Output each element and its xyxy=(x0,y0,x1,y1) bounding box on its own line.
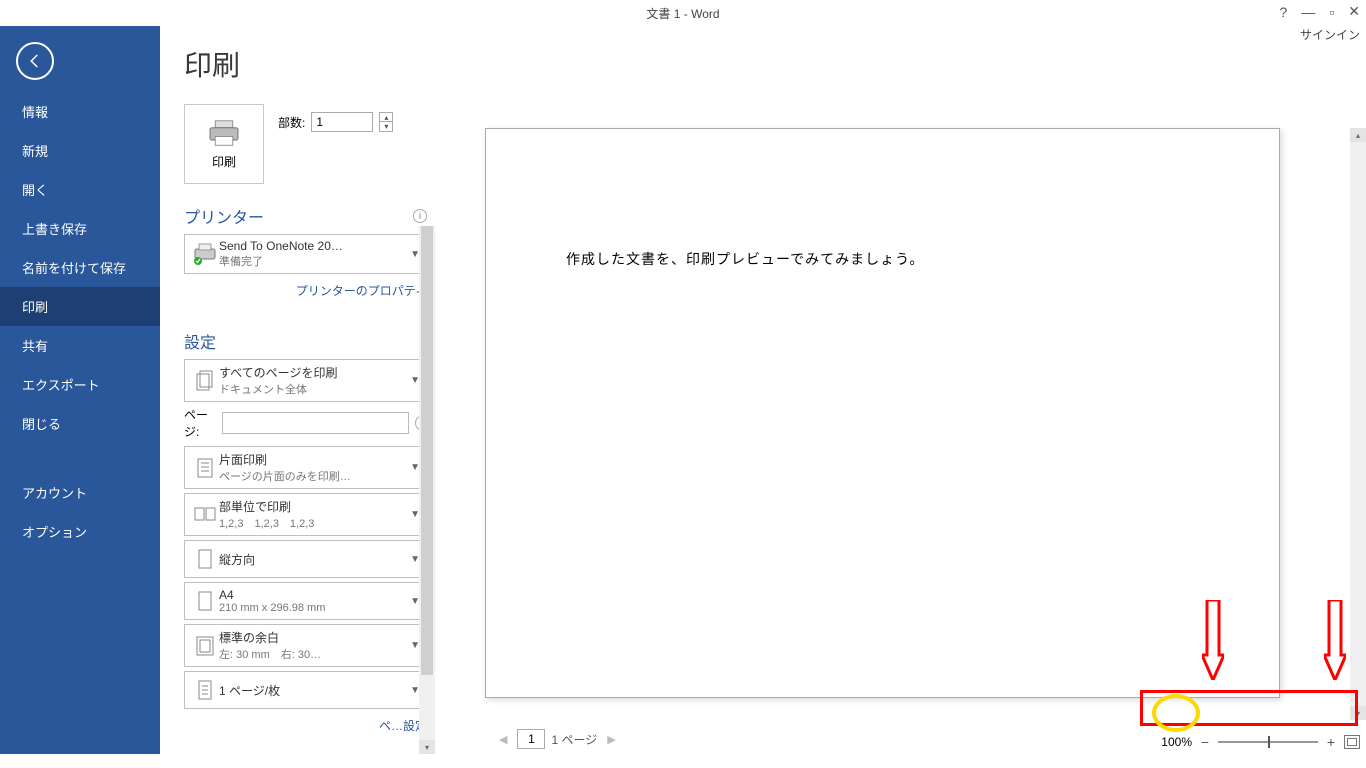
page-setup-link[interactable]: ペ…設定 xyxy=(184,713,427,734)
prev-page-button[interactable]: ◀ xyxy=(495,733,511,746)
margins-select[interactable]: 標準の余白左: 30 mm 右: 30… ▼ xyxy=(184,624,427,667)
pages-input[interactable] xyxy=(222,412,409,434)
page-total-label: 1 ページ xyxy=(551,731,597,748)
print-settings-panel: 印刷 印刷 部数: ▴▾ プリンター i xyxy=(160,26,435,754)
collate-select[interactable]: 部単位で印刷1,2,3 1,2,3 1,2,3 ▼ xyxy=(184,493,427,536)
next-page-button[interactable]: ▶ xyxy=(603,733,619,746)
pages-per-sheet-select[interactable]: 1 ページ/枚 ▼ xyxy=(184,671,427,709)
printer-device-icon xyxy=(192,243,218,265)
zoom-percent[interactable]: 100% xyxy=(1161,735,1192,749)
chevron-down-icon: ▼ xyxy=(406,685,420,696)
nav-new[interactable]: 新規 xyxy=(0,131,160,170)
chevron-down-icon: ▼ xyxy=(406,249,420,260)
chevron-down-icon: ▼ xyxy=(406,640,420,651)
print-button[interactable]: 印刷 xyxy=(184,104,264,184)
settings-section-title: 設定 xyxy=(184,329,216,353)
chevron-down-icon: ▼ xyxy=(406,596,420,607)
printer-info-icon[interactable]: i xyxy=(413,209,427,223)
print-button-label: 印刷 xyxy=(212,153,236,170)
nav-save[interactable]: 上書き保存 xyxy=(0,209,160,248)
nav-info[interactable]: 情報 xyxy=(0,92,160,131)
nav-account[interactable]: アカウント xyxy=(0,473,160,512)
print-range-select[interactable]: すべてのページを印刷ドキュメント全体 ▼ xyxy=(184,359,427,402)
chevron-down-icon: ▼ xyxy=(406,554,420,565)
chevron-down-icon: ▼ xyxy=(406,375,420,386)
printer-select[interactable]: Send To OneNote 20… 準備完了 ▼ xyxy=(184,234,427,274)
zoom-to-page-button[interactable] xyxy=(1344,735,1360,749)
printer-status: 準備完了 xyxy=(219,253,406,269)
annotation-arrow-2 xyxy=(1324,600,1346,680)
document-body-text: 作成した文書を、印刷プレビューでみてみましょう。 xyxy=(566,249,1199,269)
portrait-icon xyxy=(198,549,212,569)
close-icon[interactable]: ✕ xyxy=(1348,3,1360,20)
annotation-arrow-1 xyxy=(1202,600,1224,680)
page-title: 印刷 xyxy=(184,44,427,84)
back-button[interactable] xyxy=(16,42,54,80)
copies-label: 部数: xyxy=(278,114,305,131)
paper-icon xyxy=(198,591,212,611)
nav-close[interactable]: 閉じる xyxy=(0,404,160,443)
printer-name: Send To OneNote 20… xyxy=(219,239,406,253)
copies-input[interactable] xyxy=(311,112,373,132)
paper-size-select[interactable]: A4210 mm x 296.98 mm ▼ xyxy=(184,582,427,620)
preview-scrollbar[interactable]: ▴ ▾ xyxy=(1350,128,1366,720)
chevron-down-icon: ▼ xyxy=(406,462,420,473)
restore-icon[interactable]: ▫ xyxy=(1329,4,1334,20)
zoom-slider[interactable] xyxy=(1218,741,1318,743)
title-bar: 文書 1 - Word ? — ▫ ✕ xyxy=(0,0,1366,26)
margins-icon xyxy=(196,636,214,656)
nav-share[interactable]: 共有 xyxy=(0,326,160,365)
zoom-out-button[interactable]: − xyxy=(1198,734,1212,750)
printer-section-title: プリンター xyxy=(184,204,264,228)
single-page-icon xyxy=(197,458,213,478)
nav-open[interactable]: 開く xyxy=(0,170,160,209)
zoom-controls: 100% − + xyxy=(1161,734,1360,750)
pages-stack-icon xyxy=(196,370,214,392)
page-number-input[interactable] xyxy=(517,729,545,749)
help-icon[interactable]: ? xyxy=(1280,4,1288,20)
page-preview: 作成した文書を、印刷プレビューでみてみましょう。 xyxy=(485,128,1280,698)
printer-properties-link[interactable]: プリンターのプロパティ xyxy=(184,278,427,309)
nav-print[interactable]: 印刷 xyxy=(0,287,160,326)
sheet-icon xyxy=(198,680,212,700)
backstage-sidebar: 情報 新規 開く 上書き保存 名前を付けて保存 印刷 共有 エクスポート 閉じる… xyxy=(0,26,160,754)
zoom-in-button[interactable]: + xyxy=(1324,734,1338,750)
print-preview-panel: 作成した文書を、印刷プレビューでみてみましょう。 ▴ ▾ ◀ 1 ページ ▶ 1… xyxy=(435,26,1366,754)
copies-spinner[interactable]: ▴▾ xyxy=(379,112,393,132)
printer-icon xyxy=(206,119,242,147)
nav-saveas[interactable]: 名前を付けて保存 xyxy=(0,248,160,287)
minimize-icon[interactable]: — xyxy=(1301,4,1315,20)
chevron-down-icon: ▼ xyxy=(406,509,420,520)
settings-scrollbar[interactable]: ▾ xyxy=(419,226,435,754)
orientation-select[interactable]: 縦方向 ▼ xyxy=(184,540,427,578)
nav-options[interactable]: オプション xyxy=(0,512,160,551)
sides-select[interactable]: 片面印刷ページの片面のみを印刷… ▼ xyxy=(184,446,427,489)
nav-export[interactable]: エクスポート xyxy=(0,365,160,404)
collate-icon xyxy=(194,505,216,525)
window-title: 文書 1 - Word xyxy=(646,5,719,22)
pages-label: ページ: xyxy=(184,406,216,440)
annotation-circle xyxy=(1152,694,1200,732)
